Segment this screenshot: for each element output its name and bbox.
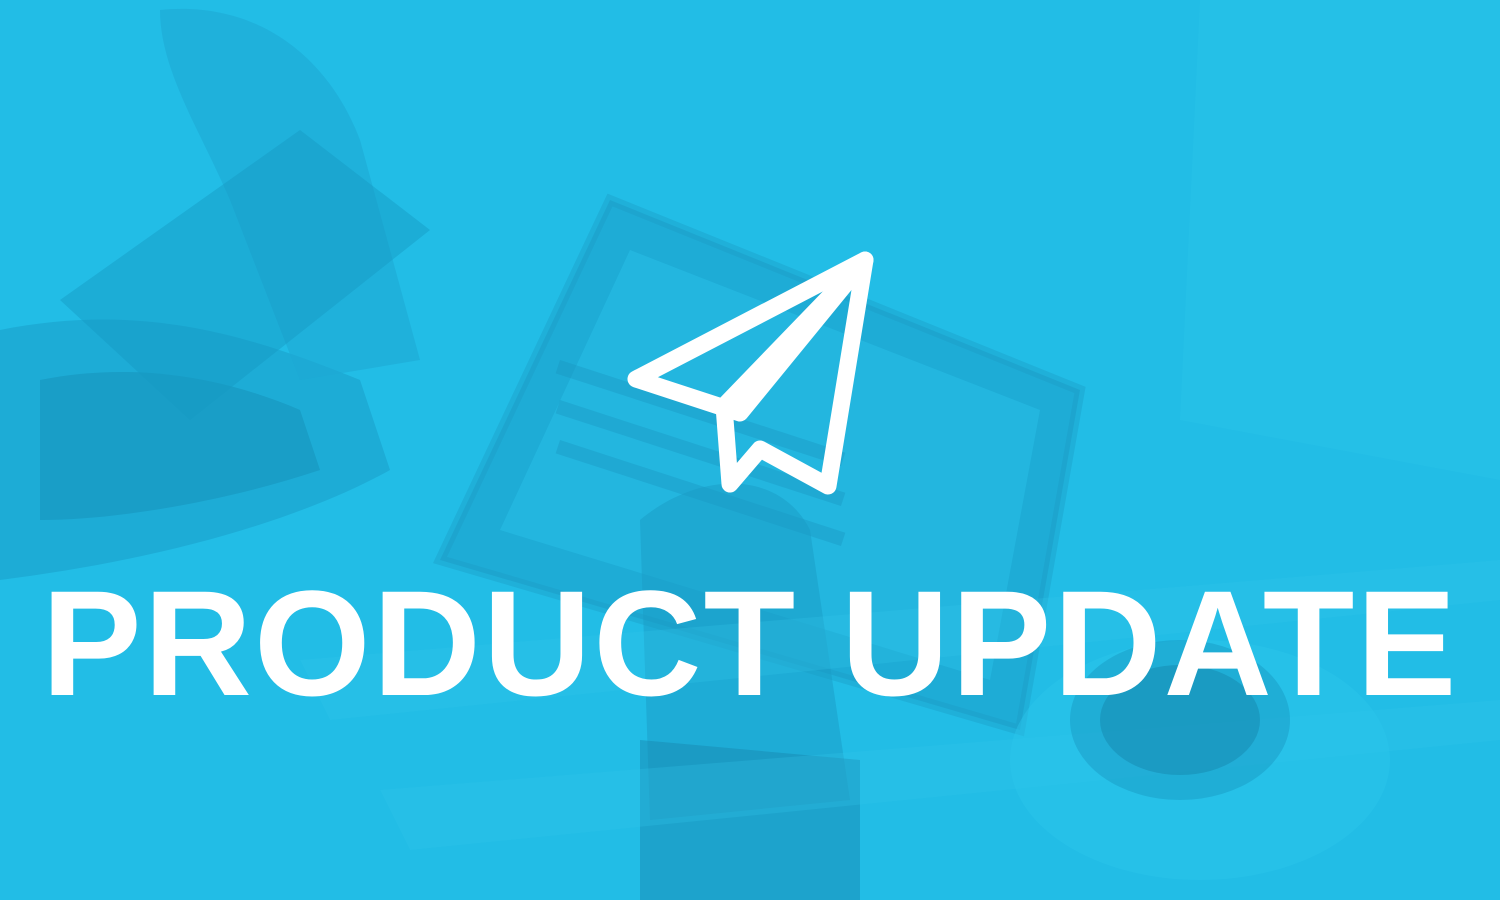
headline: PRODUCT UPDATE [41, 559, 1459, 727]
product-update-banner: PRODUCT UPDATE [0, 0, 1500, 900]
paper-plane-icon [620, 246, 880, 506]
